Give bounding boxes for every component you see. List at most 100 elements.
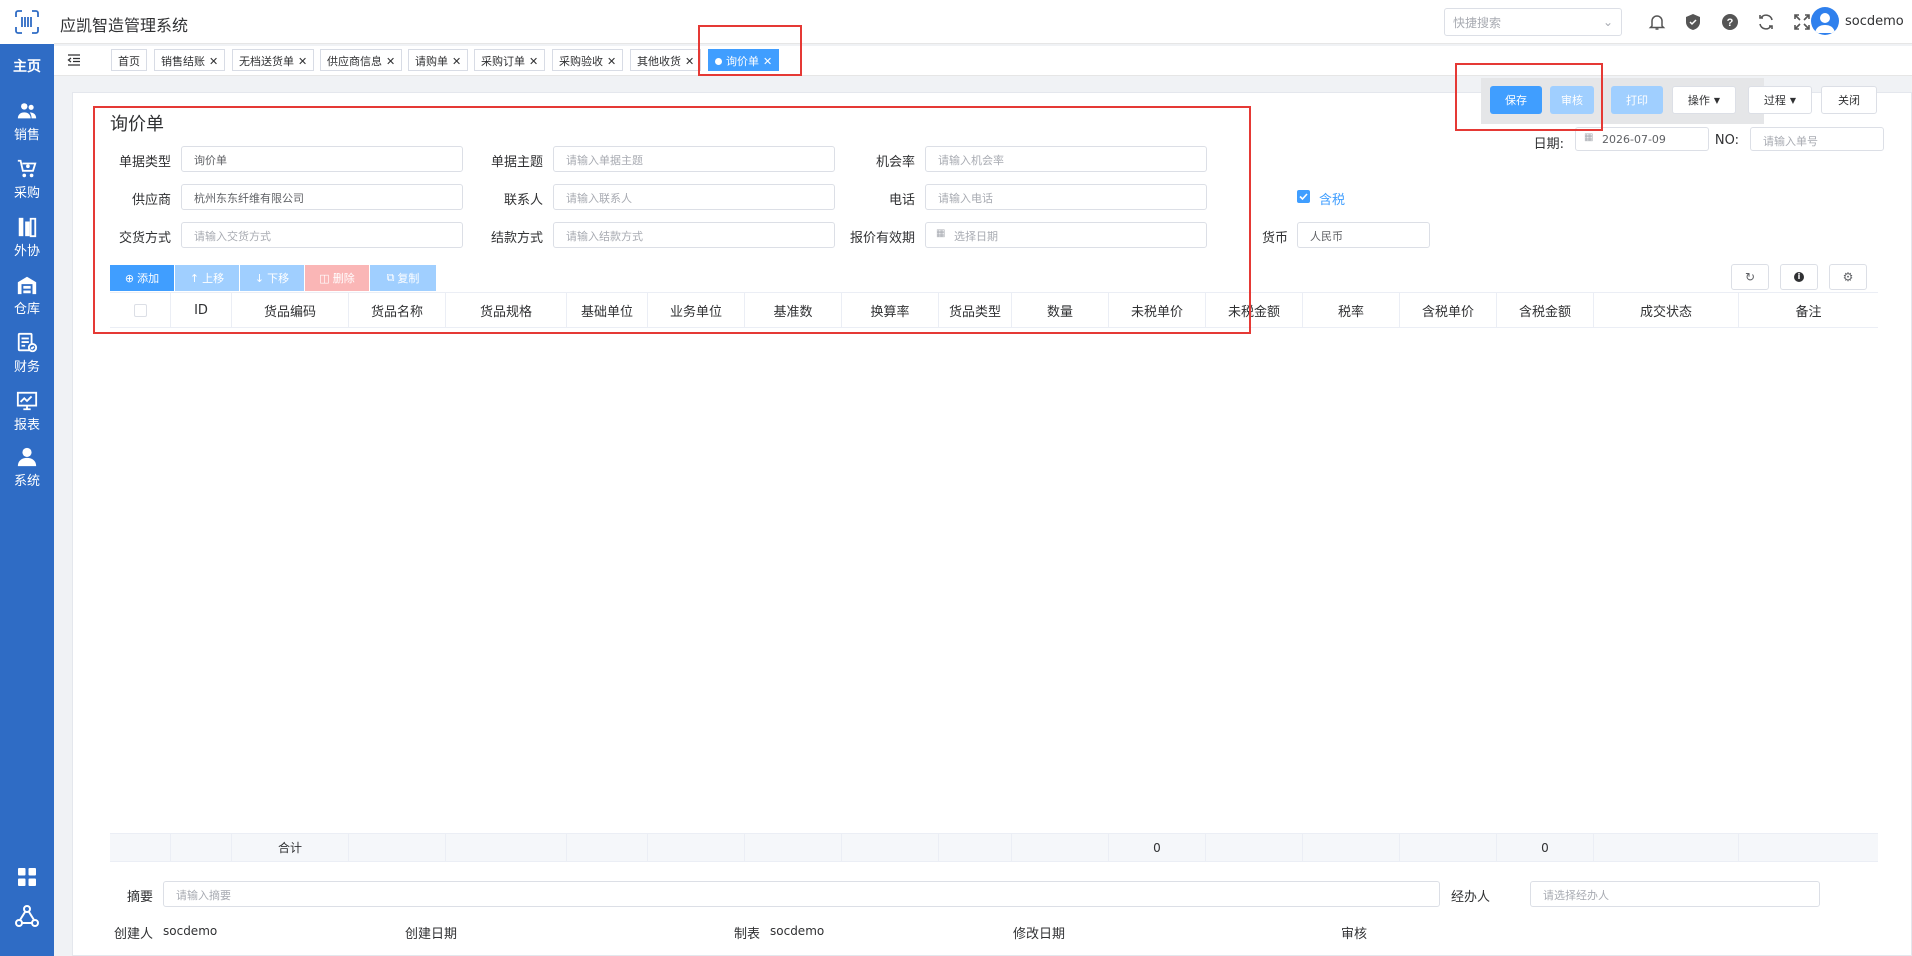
- table-info-button[interactable]: i: [1780, 264, 1818, 290]
- tab-purchase-inspection[interactable]: 采购验收 ✕: [552, 49, 624, 71]
- summary-cell: [842, 834, 939, 861]
- column-header[interactable]: 备注: [1739, 293, 1878, 327]
- summary-cell: [1012, 834, 1109, 861]
- sidebar-item-label: 采购: [13, 186, 40, 201]
- tab-label: 供应商信息: [327, 55, 382, 68]
- refresh-icon[interactable]: [1757, 13, 1775, 31]
- summary-cell: [171, 834, 232, 861]
- table-settings-button[interactable]: ⚙: [1829, 264, 1867, 290]
- network-button[interactable]: [0, 904, 54, 928]
- close-button[interactable]: 关闭: [1821, 86, 1877, 114]
- tax-included-checkbox[interactable]: [1297, 190, 1310, 203]
- summary-cell: [110, 834, 171, 861]
- fullscreen-icon[interactable]: [1793, 13, 1811, 31]
- tab-bar: 首页 销售结账 ✕ 无档送货单 ✕ 供应商信息 ✕ 请购单 ✕ 采购订单 ✕ 采购验收 ✕ …: [54, 46, 1912, 76]
- sidebar-item-home[interactable]: 主页: [0, 56, 54, 76]
- summary-cell: [1594, 834, 1739, 861]
- highlight-box: [1455, 63, 1603, 131]
- sidebar-item-sales[interactable]: 销售: [0, 100, 54, 152]
- creator-label: 创建人: [114, 927, 154, 942]
- tab-label: 无档送货单: [239, 55, 294, 68]
- top-header: 应凯智造管理系统 快捷搜索 ⌄ ? socdemo: [54, 0, 1912, 44]
- user-icon: [17, 447, 37, 467]
- sidebar-item-outsource[interactable]: 外协: [0, 216, 54, 268]
- close-icon[interactable]: ✕: [386, 55, 395, 68]
- bell-icon[interactable]: [1648, 13, 1666, 31]
- auditor-label: 审核: [1341, 927, 1368, 942]
- no-input[interactable]: 请输入单号: [1750, 127, 1884, 151]
- table-refresh-button[interactable]: ↻: [1731, 264, 1769, 290]
- column-header[interactable]: 税率: [1303, 293, 1400, 327]
- date-label: 日期:: [1533, 137, 1564, 152]
- sidebar-item-system[interactable]: 系统: [0, 446, 54, 498]
- close-icon[interactable]: ✕: [685, 55, 694, 68]
- chart-icon: [16, 391, 38, 411]
- summary-cell: [567, 834, 648, 861]
- network-icon: [15, 905, 39, 927]
- close-icon[interactable]: ✕: [607, 55, 616, 68]
- summary-cell: [648, 834, 745, 861]
- sidebar-item-purchase[interactable]: 采购: [0, 158, 54, 210]
- column-header[interactable]: 成交状态: [1594, 293, 1739, 327]
- column-header[interactable]: 含税单价: [1400, 293, 1497, 327]
- help-icon[interactable]: ?: [1721, 13, 1739, 31]
- no-label: NO:: [1714, 133, 1739, 148]
- maker-value: socdemo: [770, 924, 825, 938]
- tab-label: 请购单: [415, 55, 448, 68]
- tab-label: 采购订单: [481, 55, 525, 68]
- close-icon[interactable]: ✕: [209, 55, 218, 68]
- tab-no-file-delivery[interactable]: 无档送货单 ✕: [232, 49, 315, 71]
- tab-purchase-request[interactable]: 请购单 ✕: [408, 49, 469, 71]
- apps-grid-icon: [18, 868, 36, 886]
- summary-input[interactable]: 请输入摘要: [163, 881, 1440, 907]
- process-dropdown[interactable]: 过程 ▼: [1748, 86, 1812, 114]
- app-root: 主页 销售 采购 外协 仓库 财务 报表 系统 应凯智造管理系统 快捷搜索 ⌄ …: [0, 0, 1912, 956]
- info-icon: i: [1794, 272, 1804, 282]
- shield-icon[interactable]: [1684, 13, 1702, 31]
- summary-cell: [1739, 834, 1878, 861]
- refresh-icon: ↻: [1744, 270, 1756, 284]
- summary-cell: [446, 834, 567, 861]
- tab-home[interactable]: 首页: [111, 49, 147, 71]
- handler-select[interactable]: 请选择经办人: [1530, 881, 1820, 907]
- quick-search-select[interactable]: 快捷搜索 ⌄: [1444, 8, 1622, 36]
- finance-icon: [17, 332, 38, 353]
- highlight-box: [698, 25, 802, 76]
- tab-supplier-info[interactable]: 供应商信息 ✕: [320, 49, 403, 71]
- summary-cell: [1303, 834, 1400, 861]
- sidebar-item-finance[interactable]: 财务: [0, 332, 54, 384]
- cart-icon: [17, 159, 37, 178]
- creator-value: socdemo: [163, 924, 218, 938]
- avatar[interactable]: [1811, 7, 1839, 35]
- username[interactable]: socdemo: [1845, 14, 1904, 29]
- close-icon[interactable]: ✕: [529, 55, 538, 68]
- tax-included-label[interactable]: 含税: [1319, 189, 1345, 208]
- avatar-icon: [1815, 13, 1835, 33]
- close-icon[interactable]: ✕: [452, 55, 461, 68]
- tab-other-receipt[interactable]: 其他收货 ✕: [630, 49, 702, 71]
- summary-cell: [1400, 834, 1497, 861]
- modified-date-label: 修改日期: [1013, 927, 1066, 942]
- maker-label: 制表: [734, 927, 761, 942]
- handler-label: 经办人: [1450, 890, 1490, 905]
- sidebar-item-label: 系统: [13, 474, 40, 489]
- currency-select[interactable]: 人民币: [1297, 222, 1430, 248]
- summary-label: 合计: [232, 834, 349, 861]
- app-title: 应凯智造管理系统: [60, 16, 189, 35]
- caret-down-icon: ▼: [1789, 95, 1797, 105]
- close-icon[interactable]: ✕: [298, 55, 307, 68]
- sidebar-item-report[interactable]: 报表: [0, 390, 54, 442]
- caret-down-icon: ▼: [1713, 95, 1721, 105]
- summary-label: 摘要: [126, 890, 153, 905]
- tab-sales-settlement[interactable]: 销售结账 ✕: [154, 49, 226, 71]
- column-header[interactable]: 含税金额: [1497, 293, 1594, 327]
- apps-grid-button[interactable]: [0, 868, 54, 886]
- check-icon: [1299, 193, 1308, 201]
- print-button[interactable]: 打印: [1611, 86, 1663, 114]
- menu-fold-icon[interactable]: [66, 52, 82, 68]
- operate-dropdown[interactable]: 操作 ▼: [1672, 86, 1736, 114]
- summary-cell: [349, 834, 446, 861]
- tab-purchase-order[interactable]: 采购订单 ✕: [474, 49, 546, 71]
- sidebar-item-warehouse[interactable]: 仓库: [0, 274, 54, 326]
- svg-text:?: ?: [1727, 17, 1734, 29]
